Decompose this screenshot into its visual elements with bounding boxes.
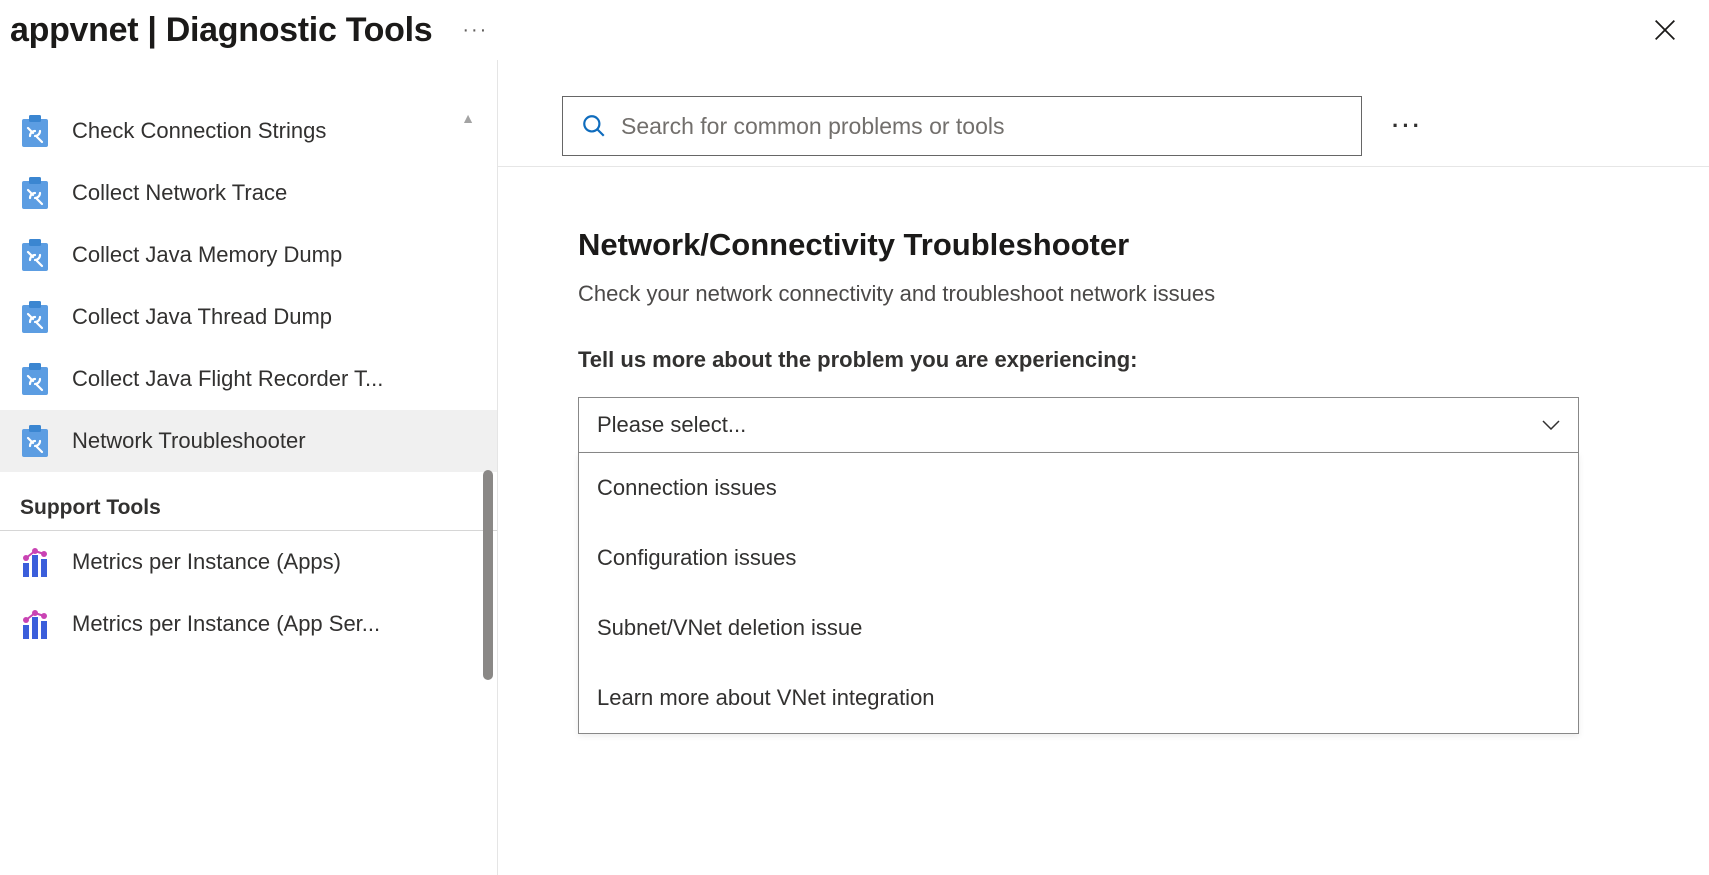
- dropdown-option-configuration-issues[interactable]: Configuration issues: [579, 523, 1578, 593]
- sidebar-item-check-connection-strings[interactable]: Check Connection Strings: [0, 100, 497, 162]
- sidebar-item-label: Collect Java Thread Dump: [72, 304, 332, 330]
- main-description: Check your network connectivity and trou…: [578, 281, 1579, 307]
- scrollbar-thumb[interactable]: [483, 470, 493, 680]
- sidebar: ▲ Check Connection Strings Collect Netwo…: [0, 60, 498, 875]
- sidebar-item-collect-java-flight-recorder[interactable]: Collect Java Flight Recorder T...: [0, 348, 497, 410]
- tool-icon: [20, 424, 50, 458]
- search-icon: [581, 113, 607, 139]
- page-title: appvnet | Diagnostic Tools: [10, 11, 432, 50]
- main-content: ··· Network/Connectivity Troubleshooter …: [498, 60, 1709, 875]
- search-box[interactable]: [562, 96, 1362, 156]
- sidebar-item-label: Collect Network Trace: [72, 180, 287, 206]
- search-more-button[interactable]: ···: [1392, 113, 1423, 139]
- sidebar-item-label: Network Troubleshooter: [72, 428, 306, 454]
- sidebar-item-label: Collect Java Memory Dump: [72, 242, 342, 268]
- sidebar-item-label: Check Connection Strings: [72, 118, 326, 144]
- search-input[interactable]: [621, 113, 1343, 140]
- dropdown-placeholder: Please select...: [597, 412, 746, 438]
- chart-icon: [20, 607, 50, 641]
- chevron-down-icon: [1542, 420, 1560, 430]
- tool-icon: [20, 362, 50, 396]
- tool-icon: [20, 176, 50, 210]
- sidebar-item-label: Collect Java Flight Recorder T...: [72, 366, 383, 392]
- sidebar-item-collect-network-trace[interactable]: Collect Network Trace: [0, 162, 497, 224]
- sidebar-item-collect-java-thread-dump[interactable]: Collect Java Thread Dump: [0, 286, 497, 348]
- problem-dropdown: Please select... Connection issues Confi…: [578, 397, 1579, 734]
- sidebar-item-metrics-per-instance-apps[interactable]: Metrics per Instance (Apps): [0, 531, 497, 593]
- sidebar-item-label: Metrics per Instance (Apps): [72, 549, 341, 575]
- sidebar-item-network-troubleshooter[interactable]: Network Troubleshooter: [0, 410, 497, 472]
- close-icon: [1651, 16, 1679, 44]
- problem-question-label: Tell us more about the problem you are e…: [578, 347, 1579, 373]
- chart-icon: [20, 545, 50, 579]
- tool-icon: [20, 300, 50, 334]
- dropdown-list: Connection issues Configuration issues S…: [578, 453, 1579, 734]
- dropdown-toggle[interactable]: Please select...: [578, 397, 1579, 453]
- scroll-up-arrow-icon[interactable]: ▲: [461, 110, 475, 126]
- sidebar-item-collect-java-memory-dump[interactable]: Collect Java Memory Dump: [0, 224, 497, 286]
- tool-icon: [20, 114, 50, 148]
- close-button[interactable]: [1651, 16, 1679, 44]
- header-more-button[interactable]: ···: [462, 20, 488, 40]
- page-header: appvnet | Diagnostic Tools ···: [0, 0, 1709, 60]
- dropdown-option-connection-issues[interactable]: Connection issues: [579, 453, 1578, 523]
- sidebar-item-label: Metrics per Instance (App Ser...: [72, 611, 380, 637]
- sidebar-section-support-tools: Support Tools: [0, 478, 497, 531]
- sidebar-item-metrics-per-instance-app-service[interactable]: Metrics per Instance (App Ser...: [0, 593, 497, 655]
- tool-icon: [20, 238, 50, 272]
- dropdown-option-learn-more-vnet[interactable]: Learn more about VNet integration: [579, 663, 1578, 733]
- dropdown-option-subnet-vnet-deletion[interactable]: Subnet/VNet deletion issue: [579, 593, 1578, 663]
- main-title: Network/Connectivity Troubleshooter: [578, 227, 1579, 263]
